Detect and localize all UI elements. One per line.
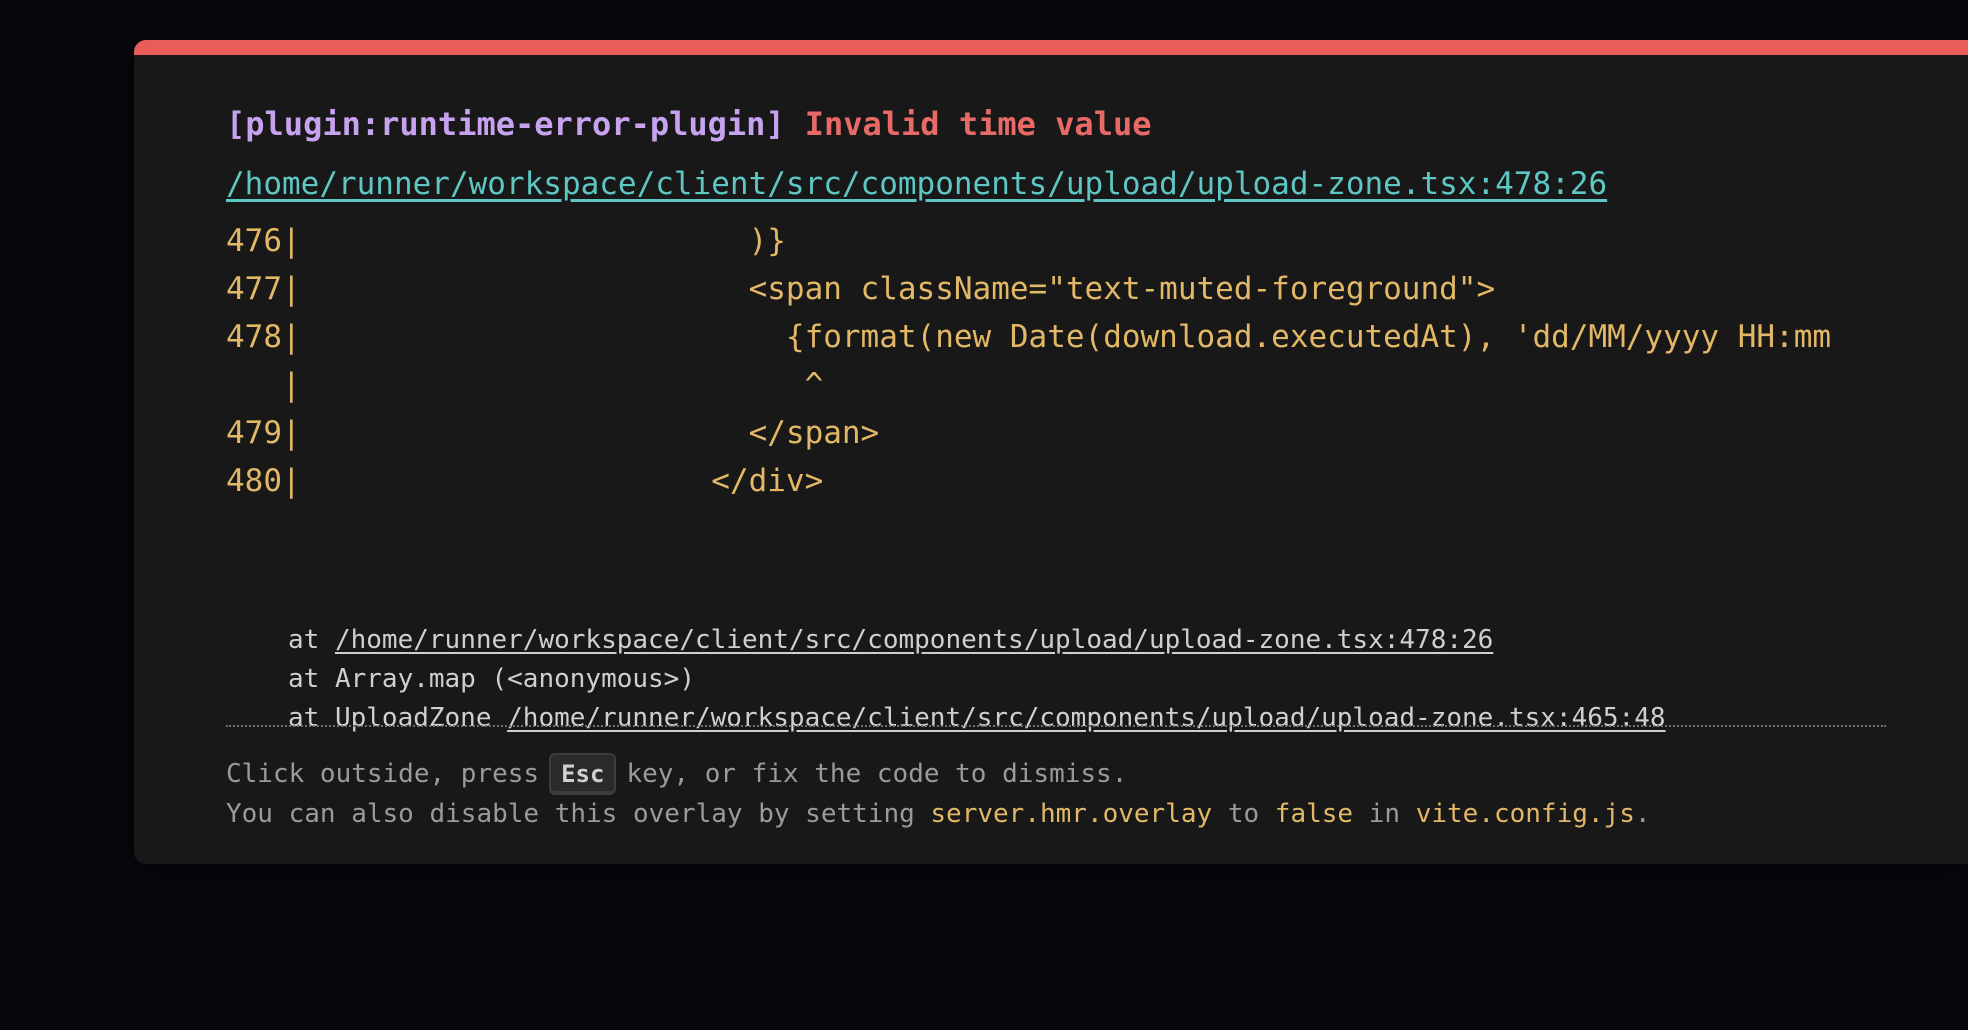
divider	[226, 725, 1886, 727]
tip-text: .	[1634, 799, 1651, 829]
tip-text: Click outside, press	[226, 759, 540, 789]
tip-text: key, or fix the code to dismiss.	[626, 759, 1128, 789]
plugin-name: [plugin:runtime-error-plugin]	[226, 105, 785, 143]
stack-frame: at UploadZone /home/runner/workspace/cli…	[288, 699, 1666, 738]
setting-value: false	[1274, 799, 1354, 829]
code-line: 480| </div>	[226, 463, 824, 499]
esc-key: Esc	[549, 753, 617, 795]
error-overlay-panel: [plugin:runtime-error-plugin] Invalid tim…	[134, 40, 1968, 864]
disable-tip: You can also disable this overlay by set…	[226, 799, 1651, 829]
code-line: 476| )}	[226, 223, 786, 259]
stack-frame: at Array.map (<anonymous>)	[288, 664, 695, 694]
code-line: 479| </span>	[226, 415, 880, 451]
dismiss-tip: Click outside, press Esc key, or fix the c…	[226, 753, 1127, 795]
config-file: vite.config.js	[1415, 799, 1635, 829]
tip-text: You can also disable this overlay by set…	[226, 799, 915, 829]
stack-file-link[interactable]: /home/runner/workspace/client/src/compon…	[507, 703, 1665, 733]
code-line: 477| <span className="text-muted-foregro…	[226, 271, 1496, 307]
stack-file-link[interactable]: /home/runner/workspace/client/src/compon…	[335, 625, 1493, 655]
tip-text: in	[1368, 799, 1401, 829]
code-line: 478| {format(new Date(download.executedA…	[226, 319, 1832, 355]
code-pointer-line: | ^	[226, 367, 824, 403]
setting-name: server.hmr.overlay	[930, 799, 1213, 829]
error-message: Invalid time value	[804, 105, 1152, 143]
error-file-link[interactable]: /home/runner/workspace/client/src/compon…	[226, 166, 1607, 202]
code-frame: 476| )} 477| <span className="text-muted…	[226, 217, 1906, 505]
stack-function: at UploadZone	[288, 703, 492, 733]
stack-trace: at /home/runner/workspace/client/src/com…	[288, 621, 1666, 738]
stack-frame: at /home/runner/workspace/client/src/com…	[288, 621, 1666, 660]
error-title: [plugin:runtime-error-plugin] Invalid tim…	[226, 105, 1151, 143]
stack-at: at	[288, 625, 320, 655]
tip-text: to	[1227, 799, 1260, 829]
